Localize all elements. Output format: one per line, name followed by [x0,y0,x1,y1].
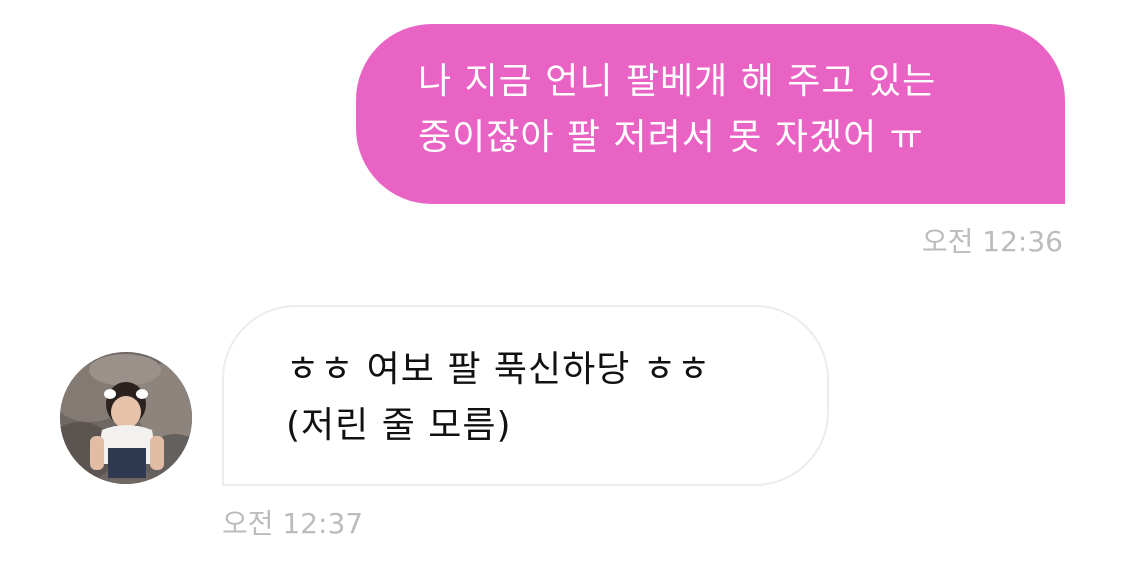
contact-avatar[interactable] [60,352,192,484]
outgoing-message-line-1: 나 지금 언니 팔베개 해 주고 있는 [418,61,937,102]
outgoing-message-bubble[interactable]: 나 지금 언니 팔베개 해 주고 있는 중이잖아 팔 저려서 못 자겠어 ㅠ [356,24,1065,204]
outgoing-message-line-2: 중이잖아 팔 저려서 못 자겠어 ㅠ [418,117,924,158]
incoming-message-line-1: ㅎㅎ 여보 팔 푹신하당 ㅎㅎ [286,349,712,390]
incoming-message-bubble[interactable]: ㅎㅎ 여보 팔 푹신하당 ㅎㅎ (저린 줄 모름) [222,305,829,486]
incoming-message-line-2: (저린 줄 모름) [286,405,512,446]
incoming-message-timestamp: 오전 12:37 [222,507,364,540]
outgoing-message-timestamp: 오전 12:36 [921,225,1063,258]
child-profile-photo-icon [60,352,192,484]
